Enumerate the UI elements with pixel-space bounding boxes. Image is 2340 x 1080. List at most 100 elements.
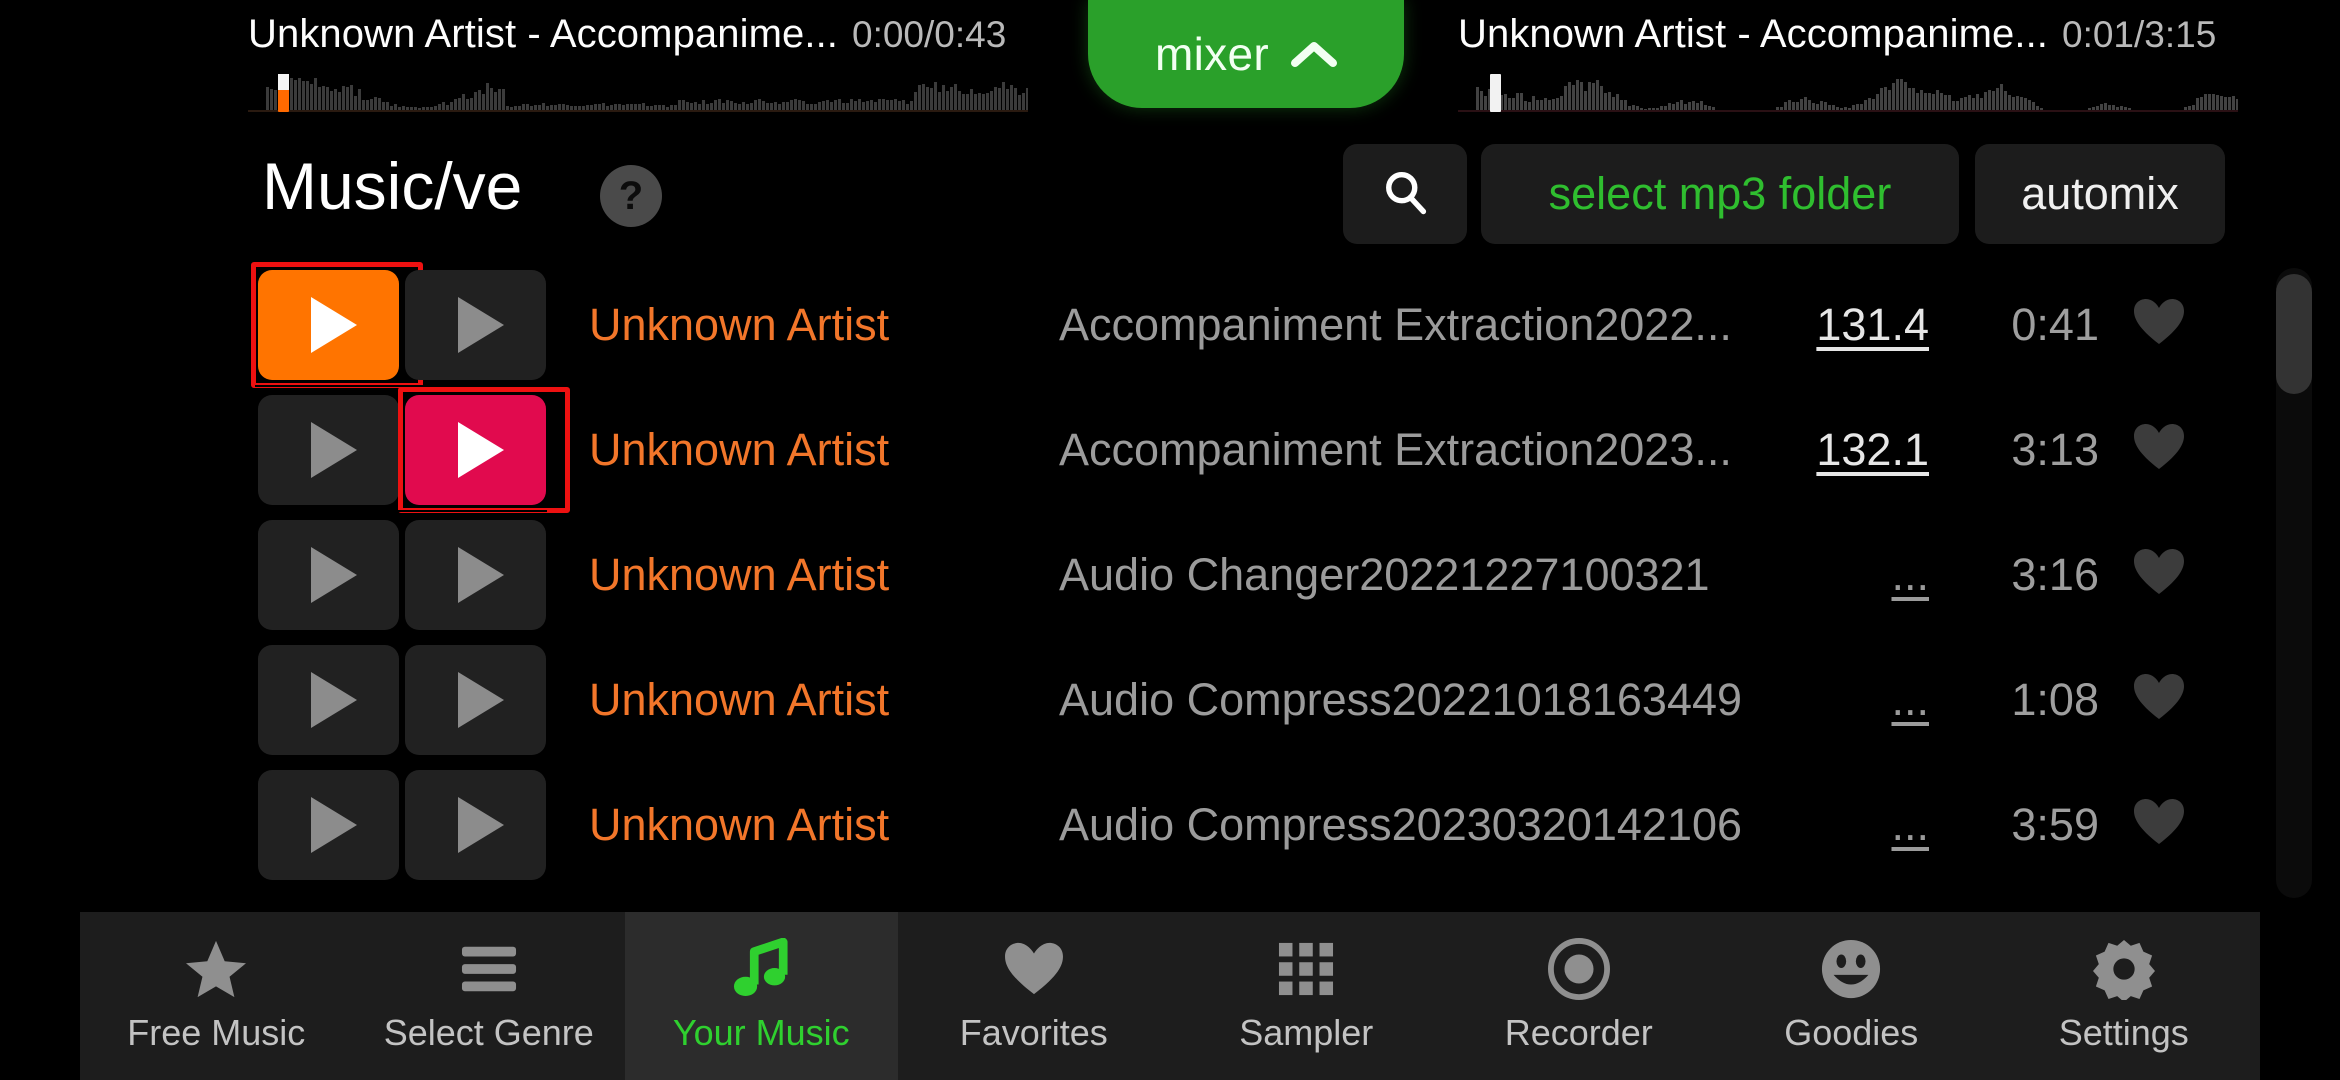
deck-b: Unknown Artist - Accompanime... 0:01/3:1… <box>1458 0 2248 130</box>
favorite-toggle[interactable] <box>2099 547 2219 602</box>
track-bpm[interactable]: 131.4 <box>1749 299 1929 351</box>
play-triangle-icon <box>457 421 504 478</box>
load-to-deck-b-cell[interactable] <box>398 386 570 513</box>
load-to-deck-a-button[interactable] <box>258 644 399 755</box>
load-to-deck-b-button[interactable] <box>405 644 546 755</box>
track-row[interactable]: Unknown Artist Accompaniment Extraction20… <box>0 386 2340 513</box>
load-to-deck-a-cell[interactable] <box>255 639 402 761</box>
deck-a-waveform[interactable] <box>248 74 1028 112</box>
load-to-deck-b-button[interactable] <box>405 394 546 505</box>
nav-item-your-music[interactable]: Your Music <box>625 912 898 1080</box>
grid-icon <box>1277 938 1335 1000</box>
nav-item-label: Settings <box>2058 1012 2189 1053</box>
deck-b-waveform-baseline <box>1458 110 2238 112</box>
nav-item-label: Sampler <box>1239 1012 1374 1053</box>
heart-icon <box>2132 672 2186 727</box>
deck-b-track-title: Unknown Artist - Accompanime... <box>1458 12 2048 56</box>
row-divider <box>255 885 547 887</box>
search-icon <box>1379 166 1431 223</box>
nav-item-label: Goodies <box>1784 1012 1919 1053</box>
load-to-deck-a-cell[interactable] <box>251 261 423 388</box>
favorite-toggle[interactable] <box>2099 422 2219 477</box>
load-to-deck-b-cell[interactable] <box>402 764 549 886</box>
favorite-toggle[interactable] <box>2099 797 2219 852</box>
load-to-deck-a-button[interactable] <box>258 519 399 630</box>
deck-b-time: 0:01/3:15 <box>2062 14 2217 55</box>
gear-icon <box>2092 938 2155 1000</box>
load-to-deck-b-button[interactable] <box>405 519 546 630</box>
heart-icon <box>1003 938 1065 1000</box>
chevron-up-icon <box>1290 39 1337 69</box>
heart-icon <box>2132 547 2186 602</box>
track-title: Audio Changer20221227100321 <box>1059 548 1710 600</box>
deck-a: Unknown Artist - Accompanime... 0:00/0:4… <box>248 0 1038 130</box>
track-artist: Unknown Artist <box>589 798 890 850</box>
track-artist: Unknown Artist <box>589 298 890 350</box>
track-title: Audio Compress20221018163449 <box>1059 673 1743 725</box>
nav-item-label: Select Genre <box>383 1012 594 1053</box>
track-artist: Unknown Artist <box>589 423 890 475</box>
load-to-deck-b-cell[interactable] <box>402 264 549 386</box>
track-bpm[interactable]: 132.1 <box>1749 424 1929 476</box>
load-to-deck-a-button[interactable] <box>258 269 399 380</box>
heart-icon <box>2132 422 2186 477</box>
select-mp3-folder-label: select mp3 folder <box>1548 168 1892 219</box>
track-title: Audio Compress20230320142106 <box>1059 798 1743 850</box>
load-to-deck-a-cell[interactable] <box>255 389 402 511</box>
favorite-toggle[interactable] <box>2099 297 2219 352</box>
deck-bar: Unknown Artist - Accompanime... 0:00/0:4… <box>0 0 2340 130</box>
nav-item-select-genre[interactable]: Select Genre <box>353 912 626 1080</box>
nav-item-goodies[interactable]: Goodies <box>1715 912 1988 1080</box>
search-button[interactable] <box>1343 144 1467 244</box>
deck-b-waveform[interactable] <box>1458 74 2238 112</box>
library-header: Music/ve ? select mp3 folder automix <box>0 140 2340 252</box>
track-bpm[interactable]: ... <box>1749 674 1929 726</box>
nav-item-settings[interactable]: Settings <box>1988 912 2261 1080</box>
load-to-deck-a-cell[interactable] <box>255 514 402 636</box>
nav-item-favorites[interactable]: Favorites <box>898 912 1171 1080</box>
dj-app-screen: Unknown Artist - Accompanime... 0:00/0:4… <box>0 0 2340 1080</box>
deck-b-playhead[interactable] <box>1490 74 1501 112</box>
star-icon <box>185 938 247 1000</box>
bottom-navigation[interactable]: Free Music Select Genre Your Music Favorite… <box>80 912 2260 1080</box>
heart-icon <box>2132 297 2186 352</box>
track-row[interactable]: Unknown Artist Audio Changer2022122710032… <box>0 512 2340 637</box>
mixer-button[interactable]: mixer <box>1088 0 1404 108</box>
load-to-deck-b-cell[interactable] <box>402 514 549 636</box>
track-duration: 3:16 <box>2011 548 2099 600</box>
deck-a-playhead[interactable] <box>278 74 289 112</box>
track-duration: 1:08 <box>2011 673 2099 725</box>
deck-a-track-title: Unknown Artist - Accompanime... <box>248 12 838 56</box>
load-to-deck-b-button[interactable] <box>405 269 546 380</box>
load-to-deck-a-cell[interactable] <box>255 764 402 886</box>
track-list[interactable]: Unknown Artist Accompaniment Extraction20… <box>0 261 2340 902</box>
track-list-scrollbar[interactable] <box>2276 268 2312 898</box>
play-triangle-icon <box>310 296 357 353</box>
nav-item-free-music[interactable]: Free Music <box>80 912 353 1080</box>
nav-item-label: Favorites <box>959 1012 1108 1053</box>
scrollbar-thumb[interactable] <box>2276 274 2312 394</box>
heart-icon <box>2132 797 2186 852</box>
nav-item-recorder[interactable]: Recorder <box>1443 912 1716 1080</box>
nav-item-label: Recorder <box>1504 1012 1653 1053</box>
track-row[interactable]: Unknown Artist Accompaniment Extraction20… <box>0 261 2340 388</box>
page-title: Music/ve <box>262 149 523 223</box>
select-mp3-folder-button[interactable]: select mp3 folder <box>1481 144 1959 244</box>
automix-button[interactable]: automix <box>1975 144 2225 244</box>
track-row[interactable]: Unknown Artist Audio Compress202303201421… <box>0 762 2340 887</box>
track-title: Accompaniment Extraction2023... <box>1059 423 1732 475</box>
favorite-toggle[interactable] <box>2099 672 2219 727</box>
load-to-deck-a-button[interactable] <box>258 394 399 505</box>
deck-a-waveform-baseline <box>248 110 1028 112</box>
track-duration: 0:41 <box>2011 298 2099 350</box>
load-to-deck-b-button[interactable] <box>405 769 546 880</box>
load-to-deck-a-button[interactable] <box>258 769 399 880</box>
track-row[interactable]: Unknown Artist Audio Compress202210181634… <box>0 637 2340 762</box>
nav-item-label: Your Music <box>672 1012 850 1053</box>
track-bpm[interactable]: ... <box>1749 549 1929 601</box>
deck-a-waveform-bars <box>248 74 1028 112</box>
load-to-deck-b-cell[interactable] <box>402 639 549 761</box>
help-icon[interactable]: ? <box>600 165 662 227</box>
track-bpm[interactable]: ... <box>1749 799 1929 851</box>
nav-item-sampler[interactable]: Sampler <box>1170 912 1443 1080</box>
